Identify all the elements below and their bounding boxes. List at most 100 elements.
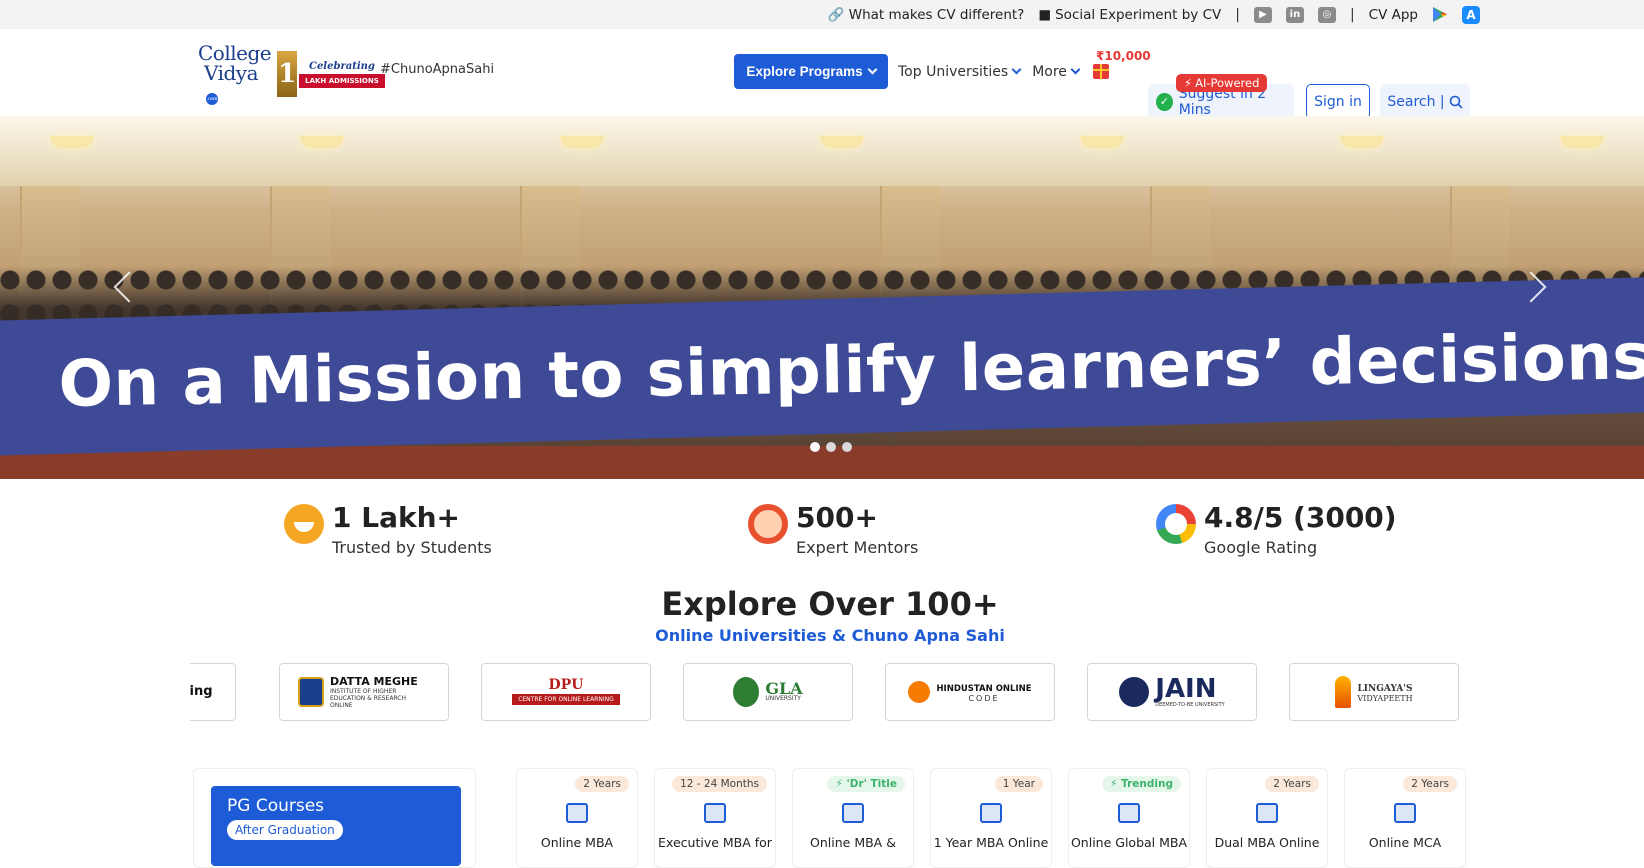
what-makes-cv-different-label: What makes CV different? (848, 6, 1025, 23)
separator: | (1349, 6, 1355, 23)
pg-courses-title: PG Courses (227, 796, 325, 816)
logo-badge: .com (206, 93, 218, 105)
university-logo[interactable]: GLA UNIVERSITY (683, 663, 853, 721)
top-universities-menu[interactable]: Top Universities (898, 63, 1022, 80)
course-card-dual-mba[interactable]: 2 Years Dual MBA Online (1206, 768, 1328, 868)
pg-courses-tab[interactable]: PG Courses After Graduation (211, 786, 461, 866)
hero-lamp (50, 136, 94, 148)
hero-lamp (300, 136, 344, 148)
carousel-dot[interactable] (826, 442, 836, 452)
more-label: More (1032, 63, 1067, 80)
course-badge: 2 Years (1265, 776, 1319, 792)
lightning-icon: ⚡ (1184, 76, 1193, 90)
course-card-1-year-mba[interactable]: 1 Year 1 Year MBA Online (930, 768, 1052, 868)
what-makes-cv-different-link[interactable]: 🔗 What makes CV different? (828, 7, 1024, 23)
course-name: Dual MBA Online (1214, 835, 1320, 850)
monitor-icon (1394, 803, 1416, 823)
university-name: DPU (548, 677, 584, 693)
header: College Vidya.com 1 Celebrating LAKH ADM… (0, 29, 1644, 119)
university-logo[interactable]: HINDUSTAN ONLINE CODE (885, 663, 1055, 721)
social-experiment-link[interactable]: ■ Social Experiment by CV (1038, 7, 1221, 23)
course-name: Online MBA & (810, 835, 896, 850)
university-subtitle: UNIVERSITY (765, 694, 801, 702)
explore-programs-button[interactable]: Explore Programs (734, 54, 888, 89)
chevron-down-icon (867, 64, 878, 75)
carousel-dots (810, 442, 852, 452)
stat-value: 1 Lakh+ (332, 501, 460, 534)
top-strip: 🔗 What makes CV different? ■ Social Expe… (0, 0, 1644, 29)
celebrating-text: Celebrating (308, 60, 375, 72)
hero-lamp (560, 136, 604, 148)
search-button[interactable]: Search | (1380, 84, 1470, 119)
mentor-icon (748, 504, 788, 544)
certificate-icon (842, 803, 864, 823)
search-icon (1449, 95, 1463, 109)
university-name: GLA (765, 678, 803, 698)
more-menu[interactable]: More (1032, 63, 1081, 80)
app-store-icon[interactable]: A (1462, 5, 1480, 24)
course-badge: ⚡ Trending (1102, 776, 1181, 792)
university-emblem-icon (1119, 677, 1150, 707)
university-name: ing (190, 684, 213, 699)
hero-lamp (1080, 136, 1124, 148)
stat-label: Expert Mentors (796, 538, 919, 557)
hero-carousel: On a Mission to simplify learners’ decis… (0, 116, 1644, 479)
logo-line-1: College (198, 41, 272, 65)
stat-students: 1 Lakh+ Trusted by Students (284, 502, 492, 557)
university-logo[interactable]: ing (190, 663, 236, 721)
stat-mentors: 500+ Expert Mentors (748, 502, 918, 557)
youtube-icon[interactable]: ▶ (1253, 6, 1272, 23)
course-card-global-mba[interactable]: ⚡ Trending Online Global MBA (1068, 768, 1190, 868)
instagram-icon[interactable]: ◎ (1317, 6, 1336, 23)
university-logo[interactable]: LINGAYA'S VIDYAPEETH (1289, 663, 1459, 721)
course-card-online-mba[interactable]: 2 Years Online MBA (516, 768, 638, 868)
university-logo[interactable]: JAIN DEEMED-TO-BE UNIVERSITY (1087, 663, 1257, 721)
university-logo-strip: ing DATTA MEGHE INSTITUTE OF HIGHER EDUC… (190, 663, 1460, 723)
university-logo[interactable]: DATTA MEGHE INSTITUTE OF HIGHER EDUCATIO… (279, 663, 449, 721)
carousel-dot[interactable] (842, 442, 852, 452)
laptop-icon (980, 803, 1002, 823)
lakh-admissions-ribbon: LAKH ADMISSIONS (299, 73, 385, 88)
graduate-icon (566, 803, 588, 823)
university-name: HINDUSTAN ONLINE (936, 683, 1032, 694)
university-subtitle: VIDYAPEETH (1357, 693, 1413, 703)
google-play-icon[interactable] (1432, 6, 1448, 23)
stat-label: Google Rating (1204, 538, 1318, 557)
university-subtitle: INSTITUTE OF HIGHER EDUCATION & RESEARCH… (330, 687, 407, 709)
hashtag: #ChunoApnaSahi (380, 62, 495, 77)
university-logo[interactable]: DPU CENTRE FOR ONLINE LEARNING (481, 663, 651, 721)
globe-icon (1118, 803, 1140, 823)
cv-app-label[interactable]: CV App (1369, 7, 1418, 23)
team-icon (704, 803, 726, 823)
college-vidya-logo[interactable]: College Vidya.com 1 Celebrating LAKH ADM… (198, 43, 385, 105)
university-emblem-icon (1335, 676, 1352, 708)
separator: | (1235, 6, 1240, 23)
course-card-online-mca[interactable]: 2 Years Online MCA (1344, 768, 1466, 868)
search-label: Search | (1387, 93, 1445, 110)
logo-wordmark: College Vidya.com (198, 41, 272, 105)
course-card-mba-dr-title[interactable]: ⚡ 'Dr' Title Online MBA & (792, 768, 914, 868)
university-subtitle: CODE (968, 693, 1000, 703)
logo-line-2: Vidya.com (198, 63, 271, 105)
university-emblem-icon (733, 677, 760, 707)
sign-in-button[interactable]: Sign in (1306, 84, 1370, 119)
social-experiment-label: Social Experiment by CV (1055, 6, 1222, 23)
gift-amount: ₹10,000 (1096, 49, 1151, 63)
course-card-executive-mba[interactable]: 12 - 24 Months Executive MBA for (654, 768, 776, 868)
ai-powered-label: AI-Powered (1195, 76, 1260, 90)
stat-value: 500+ (796, 501, 878, 534)
linkedin-icon[interactable]: in (1285, 6, 1304, 23)
celebration-digit: 1 (277, 51, 298, 97)
university-name: DATTA MEGHE (330, 674, 418, 688)
university-emblem-icon (908, 681, 931, 703)
network-icon (1256, 803, 1278, 823)
top-universities-label: Top Universities (898, 63, 1009, 80)
gift-icon[interactable] (1092, 64, 1109, 79)
university-emblem-icon (298, 677, 324, 707)
explore-title: Explore Over 100+ (661, 585, 999, 623)
stat-google-rating: 4.8/5 (3000) Google Rating (1156, 502, 1397, 557)
after-graduation-pill: After Graduation (227, 820, 343, 840)
chevron-down-icon (1011, 64, 1022, 75)
carousel-dot[interactable] (810, 442, 820, 452)
course-name: 1 Year MBA Online (933, 835, 1049, 850)
